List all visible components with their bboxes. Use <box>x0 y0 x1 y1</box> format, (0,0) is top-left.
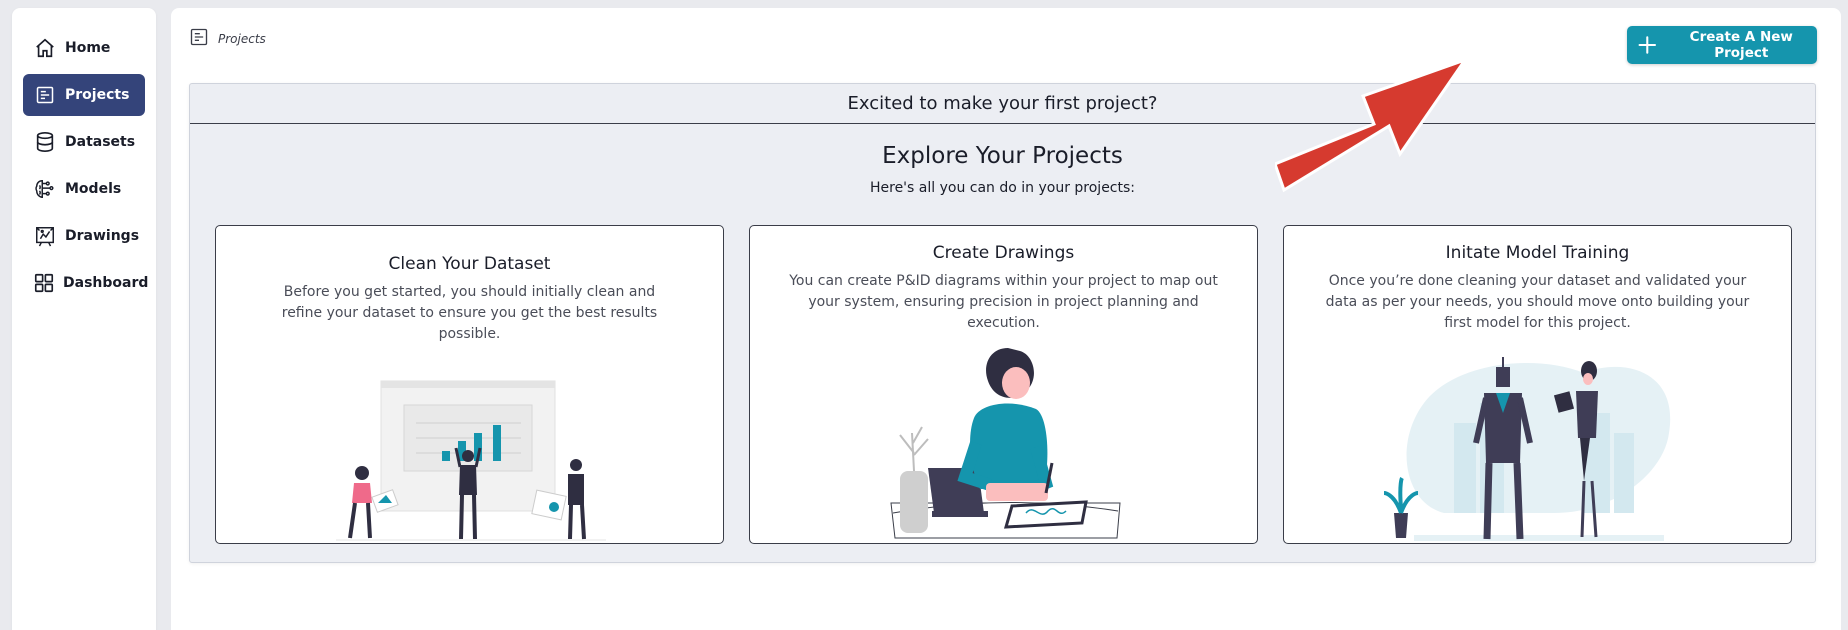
home-icon <box>33 36 57 60</box>
main-content: Projects Create A New Project Excited to… <box>171 8 1841 630</box>
card-description: Once you’re done cleaning your dataset a… <box>1325 273 1750 331</box>
explore-subtitle: Here's all you can do in your projects: <box>869 180 1136 196</box>
breadcrumb-label[interactable]: Projects <box>218 32 266 46</box>
sidebar-item-home[interactable]: Home <box>23 27 145 69</box>
sidebar-item-label: Projects <box>65 87 130 103</box>
robot-business-illustration <box>1383 357 1671 541</box>
person-drawing-illustration <box>890 348 1121 539</box>
card-create-drawings[interactable]: Create Drawings You can create P&ID diag… <box>749 225 1258 544</box>
sidebar-item-label: Drawings <box>65 228 140 244</box>
card-model-training[interactable]: Initate Model Training Once you’re done … <box>1283 225 1792 544</box>
sidebar-item-label: Models <box>65 181 122 197</box>
sidebar-item-drawings[interactable]: Drawings <box>23 215 145 257</box>
panel-header: Excited to make your first project? <box>190 84 1815 124</box>
create-project-button[interactable]: Create A New Project <box>1627 26 1817 64</box>
data-analysis-illustration <box>336 380 606 541</box>
sidebar-item-datasets[interactable]: Datasets <box>23 121 145 163</box>
card-description: You can create P&ID diagrams within your… <box>789 273 1218 331</box>
card-description: Before you get started, you should initi… <box>281 284 658 342</box>
annotation-arrow-icon <box>1275 57 1469 193</box>
sidebar-item-projects[interactable]: Projects <box>23 74 145 116</box>
card-title: Clean Your Dataset <box>388 254 551 274</box>
brain-icon <box>33 177 57 201</box>
plus-icon <box>1638 36 1657 54</box>
card-title: Initate Model Training <box>1445 243 1630 263</box>
breadcrumb: Projects <box>189 27 266 51</box>
card-title: Create Drawings <box>932 243 1075 263</box>
drawing-icon <box>33 224 57 248</box>
projects-icon <box>189 27 209 51</box>
sidebar-item-models[interactable]: Models <box>23 168 145 210</box>
create-project-label: Create A New Project <box>1689 29 1793 61</box>
grid-icon <box>33 271 55 295</box>
explore-title: Explore Your Projects <box>882 143 1123 169</box>
sidebar-item-label: Dashboard <box>63 275 149 291</box>
explore-panel: Excited to make your first project? Expl… <box>189 83 1816 563</box>
card-clean-dataset[interactable]: Clean Your Dataset Before you get starte… <box>215 225 724 544</box>
sidebar: Home Projects Datasets Models Drawings D… <box>12 8 156 630</box>
sidebar-item-label: Home <box>65 40 111 56</box>
database-icon <box>33 130 57 154</box>
sidebar-item-dashboard[interactable]: Dashboard <box>23 262 149 304</box>
sidebar-item-label: Datasets <box>65 134 136 150</box>
projects-icon <box>33 83 57 107</box>
